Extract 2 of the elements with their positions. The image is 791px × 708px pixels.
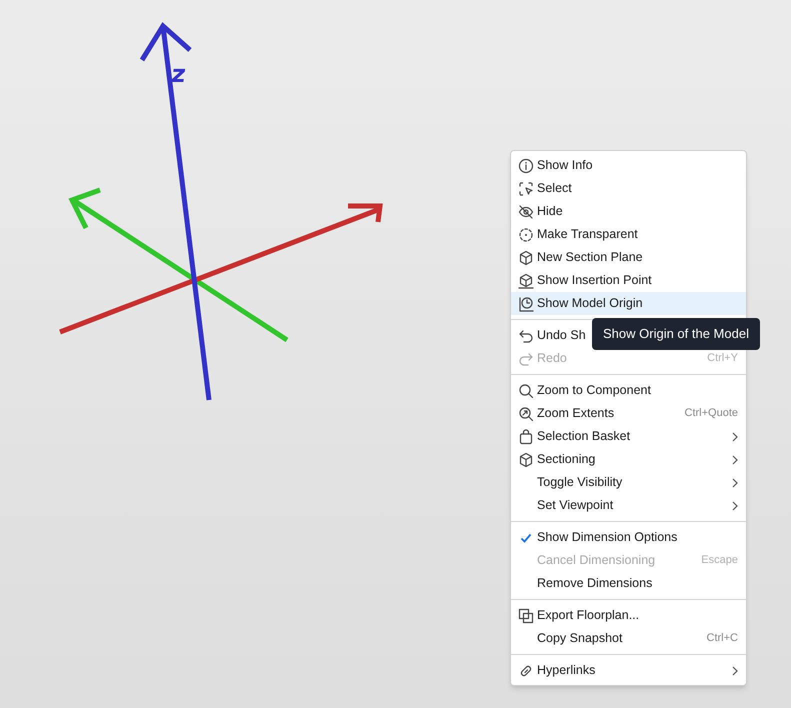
tooltip: Show Origin of the Model — [592, 318, 760, 350]
axis-label: z — [170, 60, 188, 88]
